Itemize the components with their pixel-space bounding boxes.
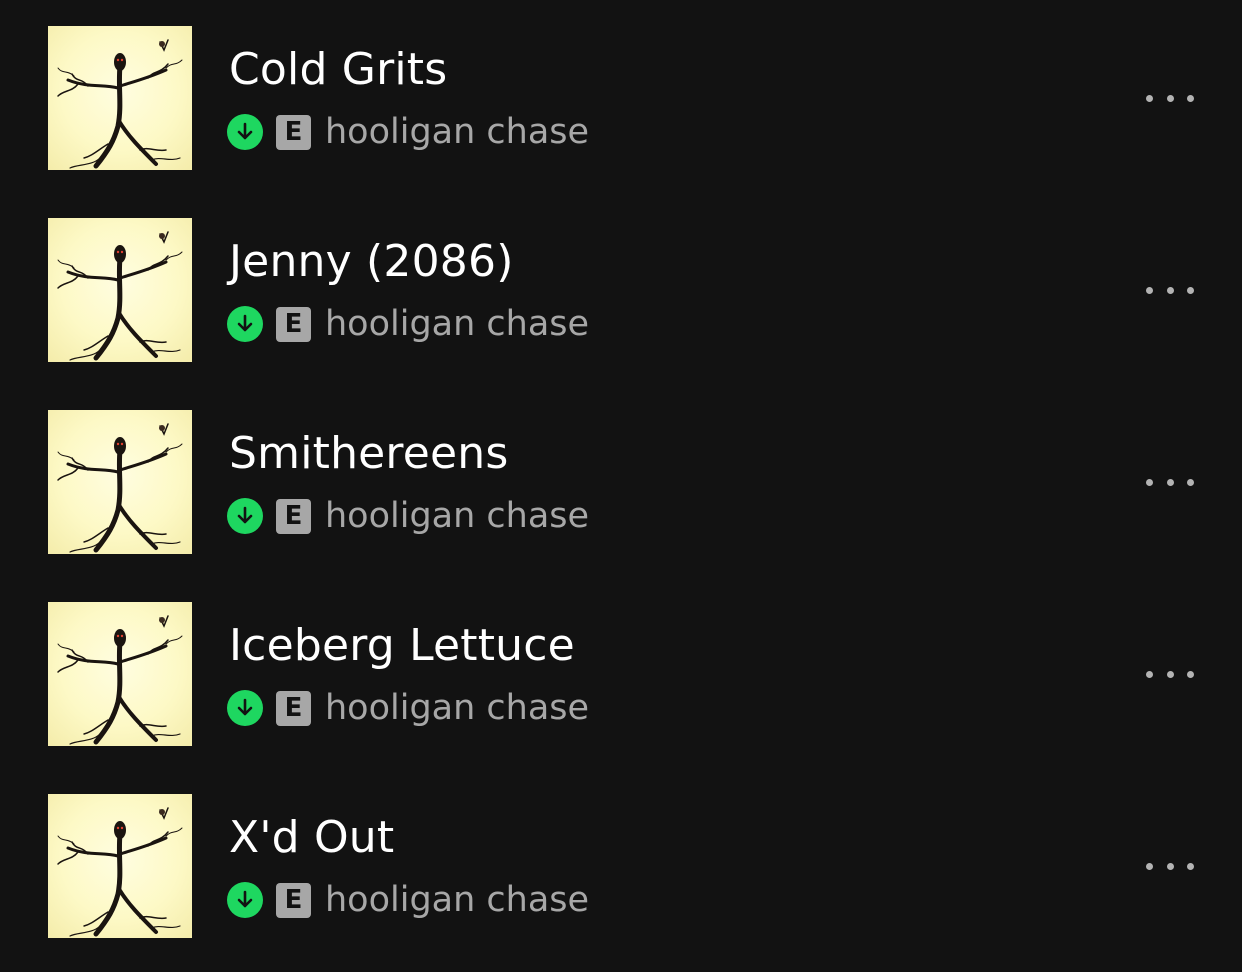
more-options-button[interactable] [1140, 848, 1200, 884]
track-meta: E hooligan chase [227, 305, 589, 343]
more-dot [1166, 94, 1174, 102]
album-art [48, 26, 192, 170]
track-row[interactable]: Iceberg Lettuce E hooligan chase [0, 576, 1242, 768]
download-arrow-icon [227, 306, 263, 342]
explicit-badge: E [276, 498, 311, 534]
more-options-button[interactable] [1140, 656, 1200, 692]
track-artist[interactable]: hooligan chase [325, 689, 589, 727]
more-horizontal-icon [1146, 94, 1153, 102]
track-title[interactable]: Jenny (2086) [229, 232, 514, 292]
explicit-badge: E [276, 114, 311, 150]
more-horizontal-icon [1146, 478, 1153, 486]
download-arrow-icon [227, 114, 263, 150]
more-dot [1166, 862, 1174, 870]
track-row[interactable]: Smithereens E hooligan chase [0, 384, 1242, 576]
download-arrow-icon [227, 498, 263, 534]
more-options-button[interactable] [1140, 272, 1200, 308]
track-row[interactable]: Jenny (2086) E hooligan chase [0, 192, 1242, 384]
explicit-badge: E [276, 882, 311, 918]
more-dot [1187, 286, 1194, 294]
more-dot [1166, 286, 1174, 294]
album-art [48, 218, 192, 362]
explicit-badge: E [276, 306, 311, 342]
track-list: Cold Grits E hooligan chase Jenny (2086)… [0, 0, 1242, 972]
download-arrow-icon [227, 882, 263, 918]
more-options-button[interactable] [1140, 464, 1200, 500]
track-artist[interactable]: hooligan chase [325, 497, 589, 535]
track-row[interactable]: Cold Grits E hooligan chase [0, 0, 1242, 192]
more-horizontal-icon [1146, 286, 1153, 294]
track-artist[interactable]: hooligan chase [325, 113, 589, 151]
more-dot [1187, 94, 1194, 102]
more-dot [1166, 670, 1174, 678]
track-meta: E hooligan chase [227, 689, 589, 727]
more-horizontal-icon [1146, 862, 1153, 870]
more-dot [1187, 670, 1194, 678]
more-dot [1166, 478, 1174, 486]
track-title[interactable]: X'd Out [229, 808, 394, 868]
album-art [48, 410, 192, 554]
track-meta: E hooligan chase [227, 881, 589, 919]
track-title[interactable]: Iceberg Lettuce [229, 616, 575, 676]
track-meta: E hooligan chase [227, 497, 589, 535]
more-dot [1187, 862, 1194, 870]
album-art [48, 794, 192, 938]
more-options-button[interactable] [1140, 80, 1200, 116]
explicit-badge: E [276, 690, 311, 726]
track-title[interactable]: Cold Grits [229, 40, 447, 100]
more-dot [1187, 478, 1194, 486]
more-horizontal-icon [1146, 670, 1153, 678]
download-arrow-icon [227, 690, 263, 726]
track-artist[interactable]: hooligan chase [325, 881, 589, 919]
track-artist[interactable]: hooligan chase [325, 305, 589, 343]
track-row[interactable]: X'd Out E hooligan chase [0, 768, 1242, 960]
album-art [48, 602, 192, 746]
track-title[interactable]: Smithereens [229, 424, 509, 484]
track-meta: E hooligan chase [227, 113, 589, 151]
